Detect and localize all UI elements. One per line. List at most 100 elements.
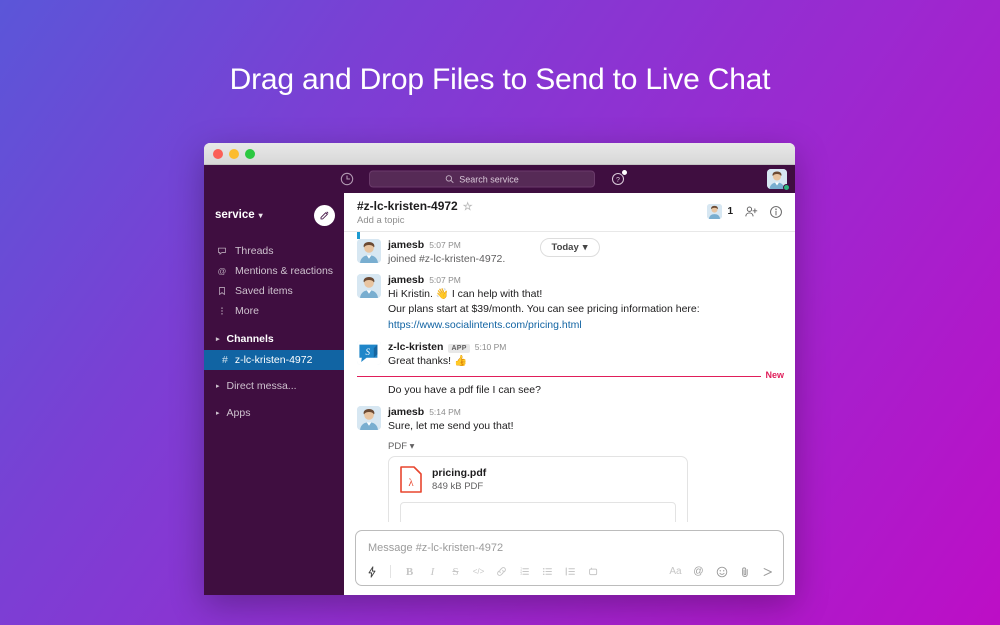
search-input[interactable]: Search service [369, 170, 595, 188]
add-person-icon[interactable] [744, 205, 758, 219]
app-window: Search service ? service ▾ Threads @ Men… [204, 143, 795, 595]
sidebar-section-apps[interactable]: ▸ Apps [204, 402, 344, 424]
code-block-icon[interactable] [587, 565, 600, 578]
avatar[interactable] [357, 405, 381, 430]
message-text-continuation: Do you have a pdf file I can see? [388, 384, 541, 397]
file-attachment-card[interactable]: λ pricing.pdf 849 kB PDF [388, 456, 688, 522]
date-divider-label: Today [551, 242, 579, 253]
svg-text:@: @ [217, 266, 226, 276]
sidebar-item-label: Threads [235, 245, 274, 257]
message-timestamp[interactable]: 5:07 PM [429, 275, 461, 285]
bulleted-list-icon[interactable] [541, 565, 554, 578]
channel-title-row[interactable]: #z-lc-kristen-4972 ☆ [357, 199, 473, 213]
file-type-filter[interactable]: PDF ▾ [388, 441, 782, 452]
new-messages-divider: New [357, 370, 784, 381]
italic-icon[interactable]: I [426, 565, 439, 578]
ordered-list-icon[interactable]: 123 [518, 565, 531, 578]
blockquote-icon[interactable] [564, 565, 577, 578]
member-count: 1 [727, 206, 733, 217]
avatar[interactable] [357, 239, 381, 263]
chevron-right-icon: ▸ [216, 410, 220, 417]
link-icon[interactable] [495, 565, 508, 578]
sidebar-item-label: More [235, 305, 259, 317]
sidebar-item-label: Mentions & reactions [235, 265, 334, 277]
sidebar-section-channels[interactable]: ▸ Channels [204, 328, 344, 350]
member-count-button[interactable]: 1 [707, 204, 733, 219]
message-item: S z-lc-kristen APP 5:10 PM Great thanks!… [357, 340, 782, 369]
message-timestamp[interactable]: 5:14 PM [429, 407, 461, 417]
lightning-icon[interactable] [365, 565, 378, 578]
channel-name-label: z-lc-kristen-4972 [234, 354, 313, 366]
sidebar-item-mentions[interactable]: @ Mentions & reactions [204, 261, 344, 281]
message-text: Hi Kristin. 👋 I can help with that! [388, 288, 543, 301]
app-topbar: Search service ? [204, 165, 795, 193]
svg-text:3: 3 [520, 572, 522, 576]
message-author[interactable]: jamesb [388, 274, 424, 286]
file-preview[interactable] [400, 502, 676, 522]
hash-icon: # [222, 354, 228, 366]
svg-text:λ: λ [408, 477, 414, 489]
sidebar-item-channel-z-lc-kristen-4972[interactable]: # z-lc-kristen-4972 [204, 350, 344, 370]
member-avatar [707, 204, 723, 219]
message-author[interactable]: jamesb [388, 239, 424, 251]
star-icon[interactable]: ☆ [463, 200, 473, 213]
pricing-link[interactable]: https://www.socialintents.com/pricing.ht… [388, 319, 582, 331]
unread-marker [357, 232, 360, 239]
file-name[interactable]: pricing.pdf [432, 467, 486, 479]
message-input[interactable]: Message #z-lc-kristen-4972 [356, 531, 783, 562]
date-divider-today[interactable]: Today ▾ [539, 238, 600, 257]
sidebar-section-label: Apps [226, 407, 251, 419]
channel-topic[interactable]: Add a topic [357, 215, 473, 226]
info-icon[interactable] [769, 205, 783, 219]
help-notification-badge [621, 169, 628, 176]
message-timestamp[interactable]: 5:07 PM [429, 240, 461, 250]
more-icon [216, 306, 227, 316]
svg-text:?: ? [616, 177, 620, 184]
bookmark-icon [216, 286, 227, 296]
window-body: service ▾ Threads @ Mentions & reactions… [204, 193, 795, 595]
clock-icon[interactable] [340, 172, 354, 186]
sidebar-section-direct-messages[interactable]: ▸ Direct messa... [204, 375, 344, 397]
code-icon[interactable]: </> [472, 565, 485, 578]
page-title: Drag and Drop Files to Send to Live Chat [229, 63, 771, 96]
message-list[interactable]: Today ▾ jamesb 5:07 PM joined #z-lc-kris… [344, 232, 795, 522]
workspace-name: service [215, 209, 255, 221]
emoji-icon[interactable] [715, 565, 728, 578]
at-icon: @ [216, 266, 227, 276]
attach-icon[interactable] [738, 565, 751, 578]
compose-button[interactable] [314, 204, 335, 226]
strikethrough-icon[interactable]: S [449, 565, 462, 578]
composer-toolbar: B I S </> 123 Aa @ [356, 562, 783, 585]
send-icon[interactable] [761, 565, 774, 578]
bold-icon[interactable]: B [403, 565, 416, 578]
toolbar-divider [390, 565, 391, 578]
channel-title: #z-lc-kristen-4972 [357, 199, 458, 213]
message-text: Great thanks! 👍 [388, 354, 468, 367]
chevron-down-icon: ▾ [409, 441, 415, 453]
compose-icon [319, 209, 331, 221]
message-item: jamesb 5:07 PM Hi Kristin. 👋 I can help … [357, 274, 782, 302]
mention-icon[interactable]: @ [692, 565, 705, 578]
message-timestamp[interactable]: 5:10 PM [475, 342, 507, 352]
search-placeholder: Search service [459, 174, 519, 184]
minimize-window-button[interactable] [229, 148, 239, 159]
sidebar-item-threads[interactable]: Threads [204, 241, 344, 261]
message-composer[interactable]: Message #z-lc-kristen-4972 B I S </> 1 2… [355, 530, 784, 586]
message-author[interactable]: jamesb [388, 406, 424, 418]
workspace-switcher[interactable]: service ▾ [215, 209, 263, 221]
formatting-icon[interactable]: Aa [669, 565, 682, 578]
help-circle-icon[interactable]: ? [611, 169, 628, 186]
app-avatar[interactable]: S [357, 340, 381, 365]
sidebar-section-label: Direct messa... [226, 380, 297, 392]
message-author[interactable]: z-lc-kristen [388, 341, 443, 353]
search-icon [445, 175, 454, 184]
avatar[interactable] [357, 274, 381, 299]
channel-header-actions: 1 [707, 199, 783, 219]
sidebar-item-more[interactable]: More [204, 301, 344, 321]
app-badge: APP [448, 343, 470, 353]
close-window-button[interactable] [213, 148, 223, 159]
sidebar-item-saved[interactable]: Saved items [204, 281, 344, 301]
file-meta: 849 kB PDF [432, 481, 484, 493]
zoom-window-button[interactable] [245, 148, 255, 159]
pdf-file-icon: λ [400, 466, 422, 493]
